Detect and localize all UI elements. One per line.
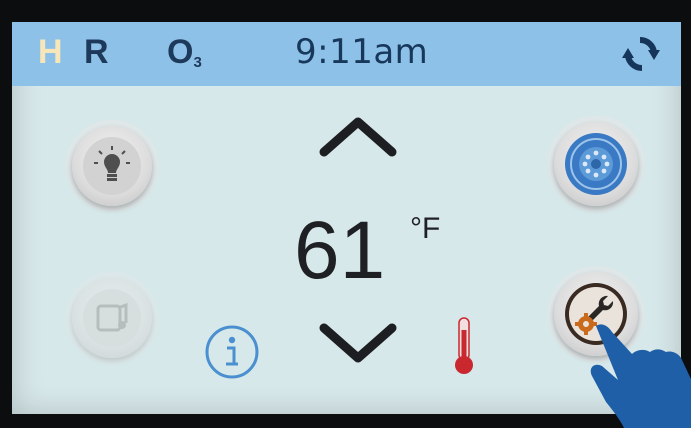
jets-button[interactable] — [554, 122, 638, 206]
recirc-indicator: R — [84, 33, 109, 71]
thermometer-icon — [455, 317, 473, 374]
jets-icon — [565, 133, 627, 195]
temperature-up-button[interactable] — [318, 114, 398, 158]
temperature-down-button[interactable] — [318, 322, 398, 366]
clock: 9:11am — [295, 32, 429, 72]
info-icon[interactable] — [204, 324, 260, 380]
music-button[interactable] — [72, 278, 152, 358]
light-button[interactable] — [72, 126, 152, 206]
spa-control-screen: H R O3 9:11am 61 °F — [12, 22, 681, 414]
ozone-subscript: 3 — [193, 54, 202, 71]
temperature-value: 61 — [294, 205, 386, 296]
temperature-unit: °F — [410, 212, 441, 245]
ozone-indicator: O3 — [167, 32, 202, 83]
refresh-icon[interactable] — [620, 34, 662, 74]
light-bulb-icon — [83, 137, 141, 195]
heater-indicator: H — [38, 33, 63, 71]
ozone-label: O — [167, 33, 194, 71]
music-note-icon — [83, 289, 141, 347]
pointing-hand-icon — [590, 324, 691, 428]
status-bar: H R O3 9:11am — [12, 22, 681, 86]
